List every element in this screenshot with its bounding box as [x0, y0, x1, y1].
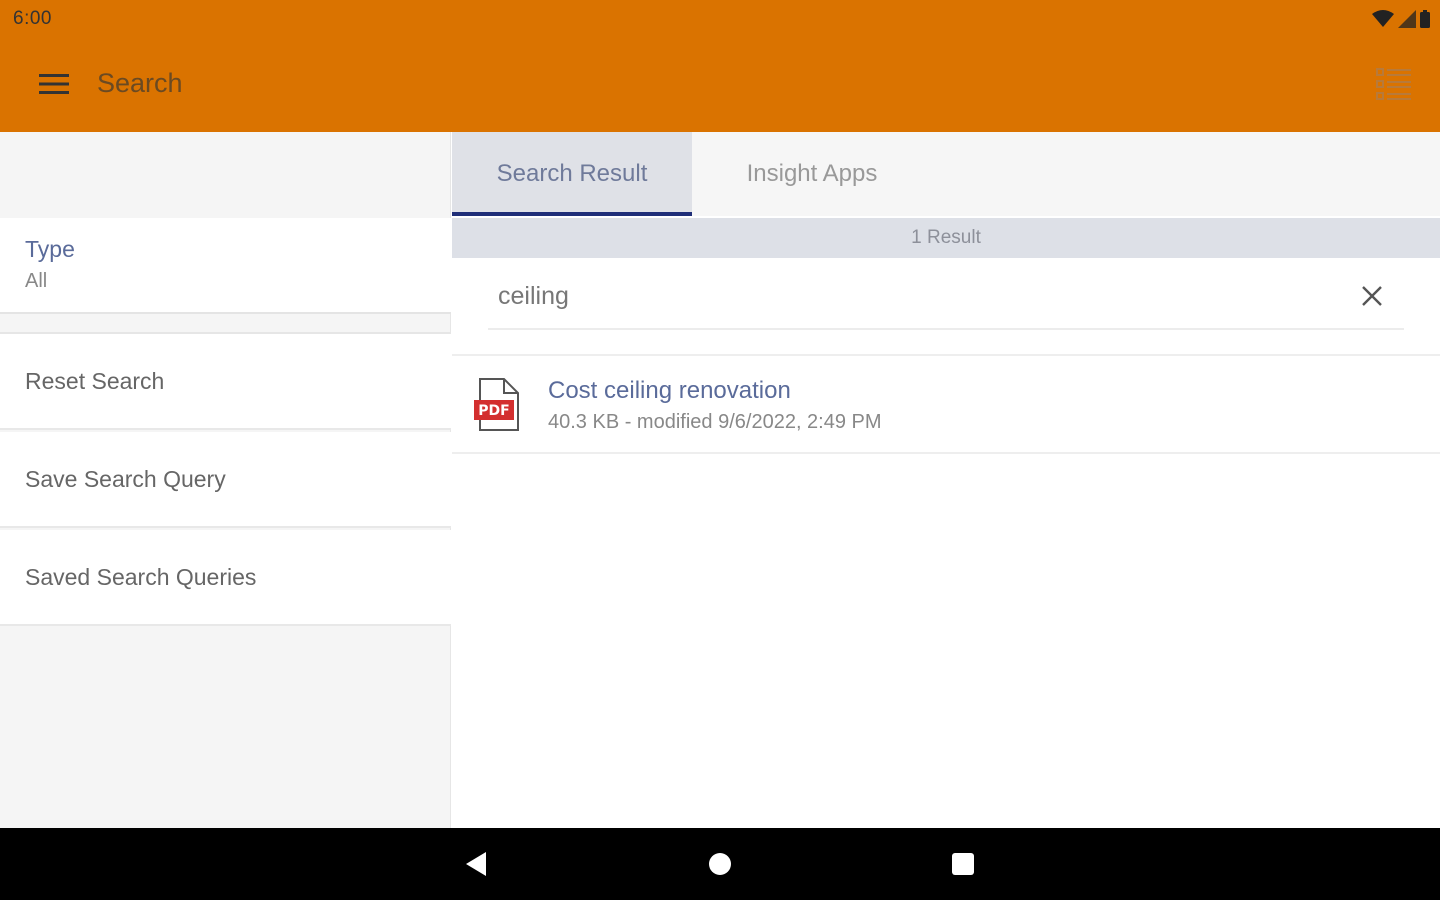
list-item[interactable]: PDF Cost ceiling renovation 40.3 KB - mo…	[452, 356, 1440, 454]
app-bar: 6:00 Search	[0, 0, 1440, 132]
pdf-file-icon: PDF	[474, 378, 519, 431]
save-search-query-label: Save Search Query	[25, 466, 226, 492]
result-count: 1 Result	[452, 218, 1440, 258]
hamburger-menu-icon[interactable]	[36, 66, 72, 102]
list-view-icon[interactable]	[1374, 64, 1414, 104]
tab-search-result[interactable]: Search Result	[452, 132, 692, 216]
page-title: Search	[97, 68, 183, 98]
system-nav-bar	[0, 828, 1440, 900]
result-meta: 40.3 KB - modified 9/6/2022, 2:49 PM	[548, 411, 882, 433]
left-filter-panel: Type All Reset Search Save Search Query …	[0, 132, 451, 828]
divider	[0, 312, 451, 314]
search-row	[488, 262, 1404, 330]
back-icon[interactable]	[456, 844, 496, 884]
close-icon[interactable]	[1354, 278, 1390, 314]
home-icon[interactable]	[700, 844, 740, 884]
search-input[interactable]	[498, 274, 1338, 318]
results-panel: Search Result Insight Apps 1 Result PDF …	[452, 132, 1440, 828]
recents-icon[interactable]	[943, 844, 983, 884]
saved-search-queries-button[interactable]: Saved Search Queries	[0, 530, 451, 626]
battery-icon	[1420, 10, 1430, 28]
signal-icon	[1398, 10, 1416, 28]
saved-search-queries-label: Saved Search Queries	[25, 564, 257, 590]
reset-search-button[interactable]: Reset Search	[0, 334, 451, 430]
svg-text:PDF: PDF	[478, 403, 509, 419]
wifi-icon	[1372, 10, 1394, 27]
tab-bar: Search Result Insight Apps	[452, 132, 1440, 216]
tab-insight-apps[interactable]: Insight Apps	[692, 132, 932, 216]
status-icons	[1372, 8, 1430, 30]
result-title: Cost ceiling renovation	[548, 377, 791, 404]
app-root: 6:00 Search Type All Reset Search Save S…	[0, 0, 1440, 900]
type-filter-value: All	[25, 270, 48, 292]
type-filter-label: Type	[25, 236, 75, 262]
reset-search-label: Reset Search	[25, 368, 165, 394]
type-filter[interactable]	[0, 218, 451, 312]
status-time: 6:00	[13, 8, 52, 29]
save-search-query-button[interactable]: Save Search Query	[0, 432, 451, 528]
